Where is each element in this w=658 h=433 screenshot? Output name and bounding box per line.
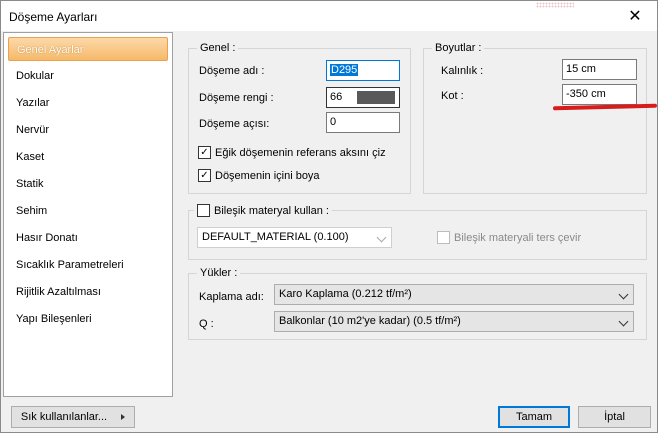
reverse-material-checkbox[interactable]: Bileşik materyali ters çevir xyxy=(437,231,581,244)
slab-color-picker[interactable]: 66 xyxy=(326,87,400,108)
fill-slab-label: Döşemenin içini boya xyxy=(215,169,320,182)
frequent-settings-label: Sık kullanılanlar... xyxy=(20,411,108,423)
draw-reference-axis-checkbox[interactable]: ✓ Eğik döşemenin referans aksını çiz xyxy=(198,146,386,159)
ok-button[interactable]: Tamam xyxy=(498,406,570,428)
settings-sidebar: Genel Ayarlar Dokular Yazılar Nervür Kas… xyxy=(3,32,173,397)
composite-material-label: Bileşik materyal kullan : xyxy=(214,204,329,217)
triangle-right-icon xyxy=(121,414,126,421)
loads-group-title: Yükler : xyxy=(197,267,241,279)
slab-angle-input[interactable]: 0 xyxy=(326,112,400,133)
sidebar-item-rijitlik[interactable]: Rijitlik Azaltılması xyxy=(8,280,168,304)
window-title: Döşeme Ayarları xyxy=(9,10,98,24)
settings-dialog: Döşeme Ayarları ✕ Genel Ayarlar Dokular … xyxy=(0,0,658,433)
slab-name-value: D295 xyxy=(330,64,359,76)
checkbox-empty-icon xyxy=(197,204,210,217)
q-label: Q : xyxy=(199,318,214,330)
chevron-down-icon xyxy=(618,316,629,327)
coating-value: Karo Kaplama (0.212 tf/m²) xyxy=(279,288,412,300)
reverse-material-label: Bileşik materyali ters çevir xyxy=(454,231,582,244)
chevron-down-icon xyxy=(618,289,629,300)
close-button[interactable]: ✕ xyxy=(613,1,657,31)
material-select[interactable]: DEFAULT_MATERIAL (0.100) xyxy=(197,227,392,248)
checkmark-icon: ✓ xyxy=(198,146,211,159)
close-icon: ✕ xyxy=(628,8,642,25)
sidebar-item-kaset[interactable]: Kaset xyxy=(8,145,168,169)
frequent-settings-button[interactable]: Sık kullanılanlar... xyxy=(11,406,135,428)
material-value: DEFAULT_MATERIAL (0.100) xyxy=(202,231,349,243)
q-select[interactable]: Balkonlar (10 m2'ye kadar) (0.5 tf/m²) xyxy=(274,311,634,332)
sidebar-item-yazilar[interactable]: Yazılar xyxy=(8,91,168,115)
title-bar: Döşeme Ayarları ✕ xyxy=(1,1,657,31)
kot-label: Kot : xyxy=(441,90,464,102)
boyutlar-group-title: Boyutlar : xyxy=(432,42,485,54)
slab-name-input[interactable]: D295 xyxy=(326,60,400,81)
q-value: Balkonlar (10 m2'ye kadar) (0.5 tf/m²) xyxy=(279,315,461,327)
checkmark-icon: ✓ xyxy=(198,169,211,182)
sidebar-item-hasir-donati[interactable]: Hasır Donatı xyxy=(8,226,168,250)
decorative-dots xyxy=(536,2,574,8)
slab-name-label: Döşeme adı : xyxy=(199,65,265,77)
slab-angle-label: Döşeme açısı: xyxy=(199,118,270,130)
slab-color-value: 66 xyxy=(330,91,343,103)
sidebar-item-yapi-bilesenleri[interactable]: Yapı Bileşenleri xyxy=(8,307,168,331)
draw-reference-axis-label: Eğik döşemenin referans aksını çiz xyxy=(215,146,386,159)
cancel-button[interactable]: İptal xyxy=(578,406,651,428)
sidebar-item-sicaklik[interactable]: Sıcaklık Parametreleri xyxy=(8,253,168,277)
composite-material-checkbox[interactable]: Bileşik materyal kullan : xyxy=(194,204,332,217)
color-swatch xyxy=(357,91,395,104)
slab-angle-value: 0 xyxy=(330,116,337,128)
sidebar-item-dokular[interactable]: Dokular xyxy=(8,64,168,88)
sidebar-item-genel-ayarlar[interactable]: Genel Ayarlar xyxy=(8,37,168,61)
fill-slab-checkbox[interactable]: ✓ Döşemenin içini boya xyxy=(198,169,320,182)
kot-input[interactable]: -350 cm xyxy=(562,84,637,105)
slab-color-label: Döşeme rengi : xyxy=(199,92,274,104)
coating-select[interactable]: Karo Kaplama (0.212 tf/m²) xyxy=(274,284,634,305)
genel-group-title: Genel : xyxy=(197,42,239,54)
sidebar-item-sehim[interactable]: Sehim xyxy=(8,199,168,223)
thickness-input[interactable]: 15 cm xyxy=(562,59,637,80)
chevron-down-icon xyxy=(376,232,387,243)
thickness-value: 15 cm xyxy=(566,63,596,75)
coating-label: Kaplama adı: xyxy=(199,291,264,303)
kot-value: -350 cm xyxy=(566,88,606,100)
checkbox-disabled-icon xyxy=(437,231,450,244)
thickness-label: Kalınlık : xyxy=(441,65,484,77)
sidebar-item-nervur[interactable]: Nervür xyxy=(8,118,168,142)
sidebar-item-statik[interactable]: Statik xyxy=(8,172,168,196)
